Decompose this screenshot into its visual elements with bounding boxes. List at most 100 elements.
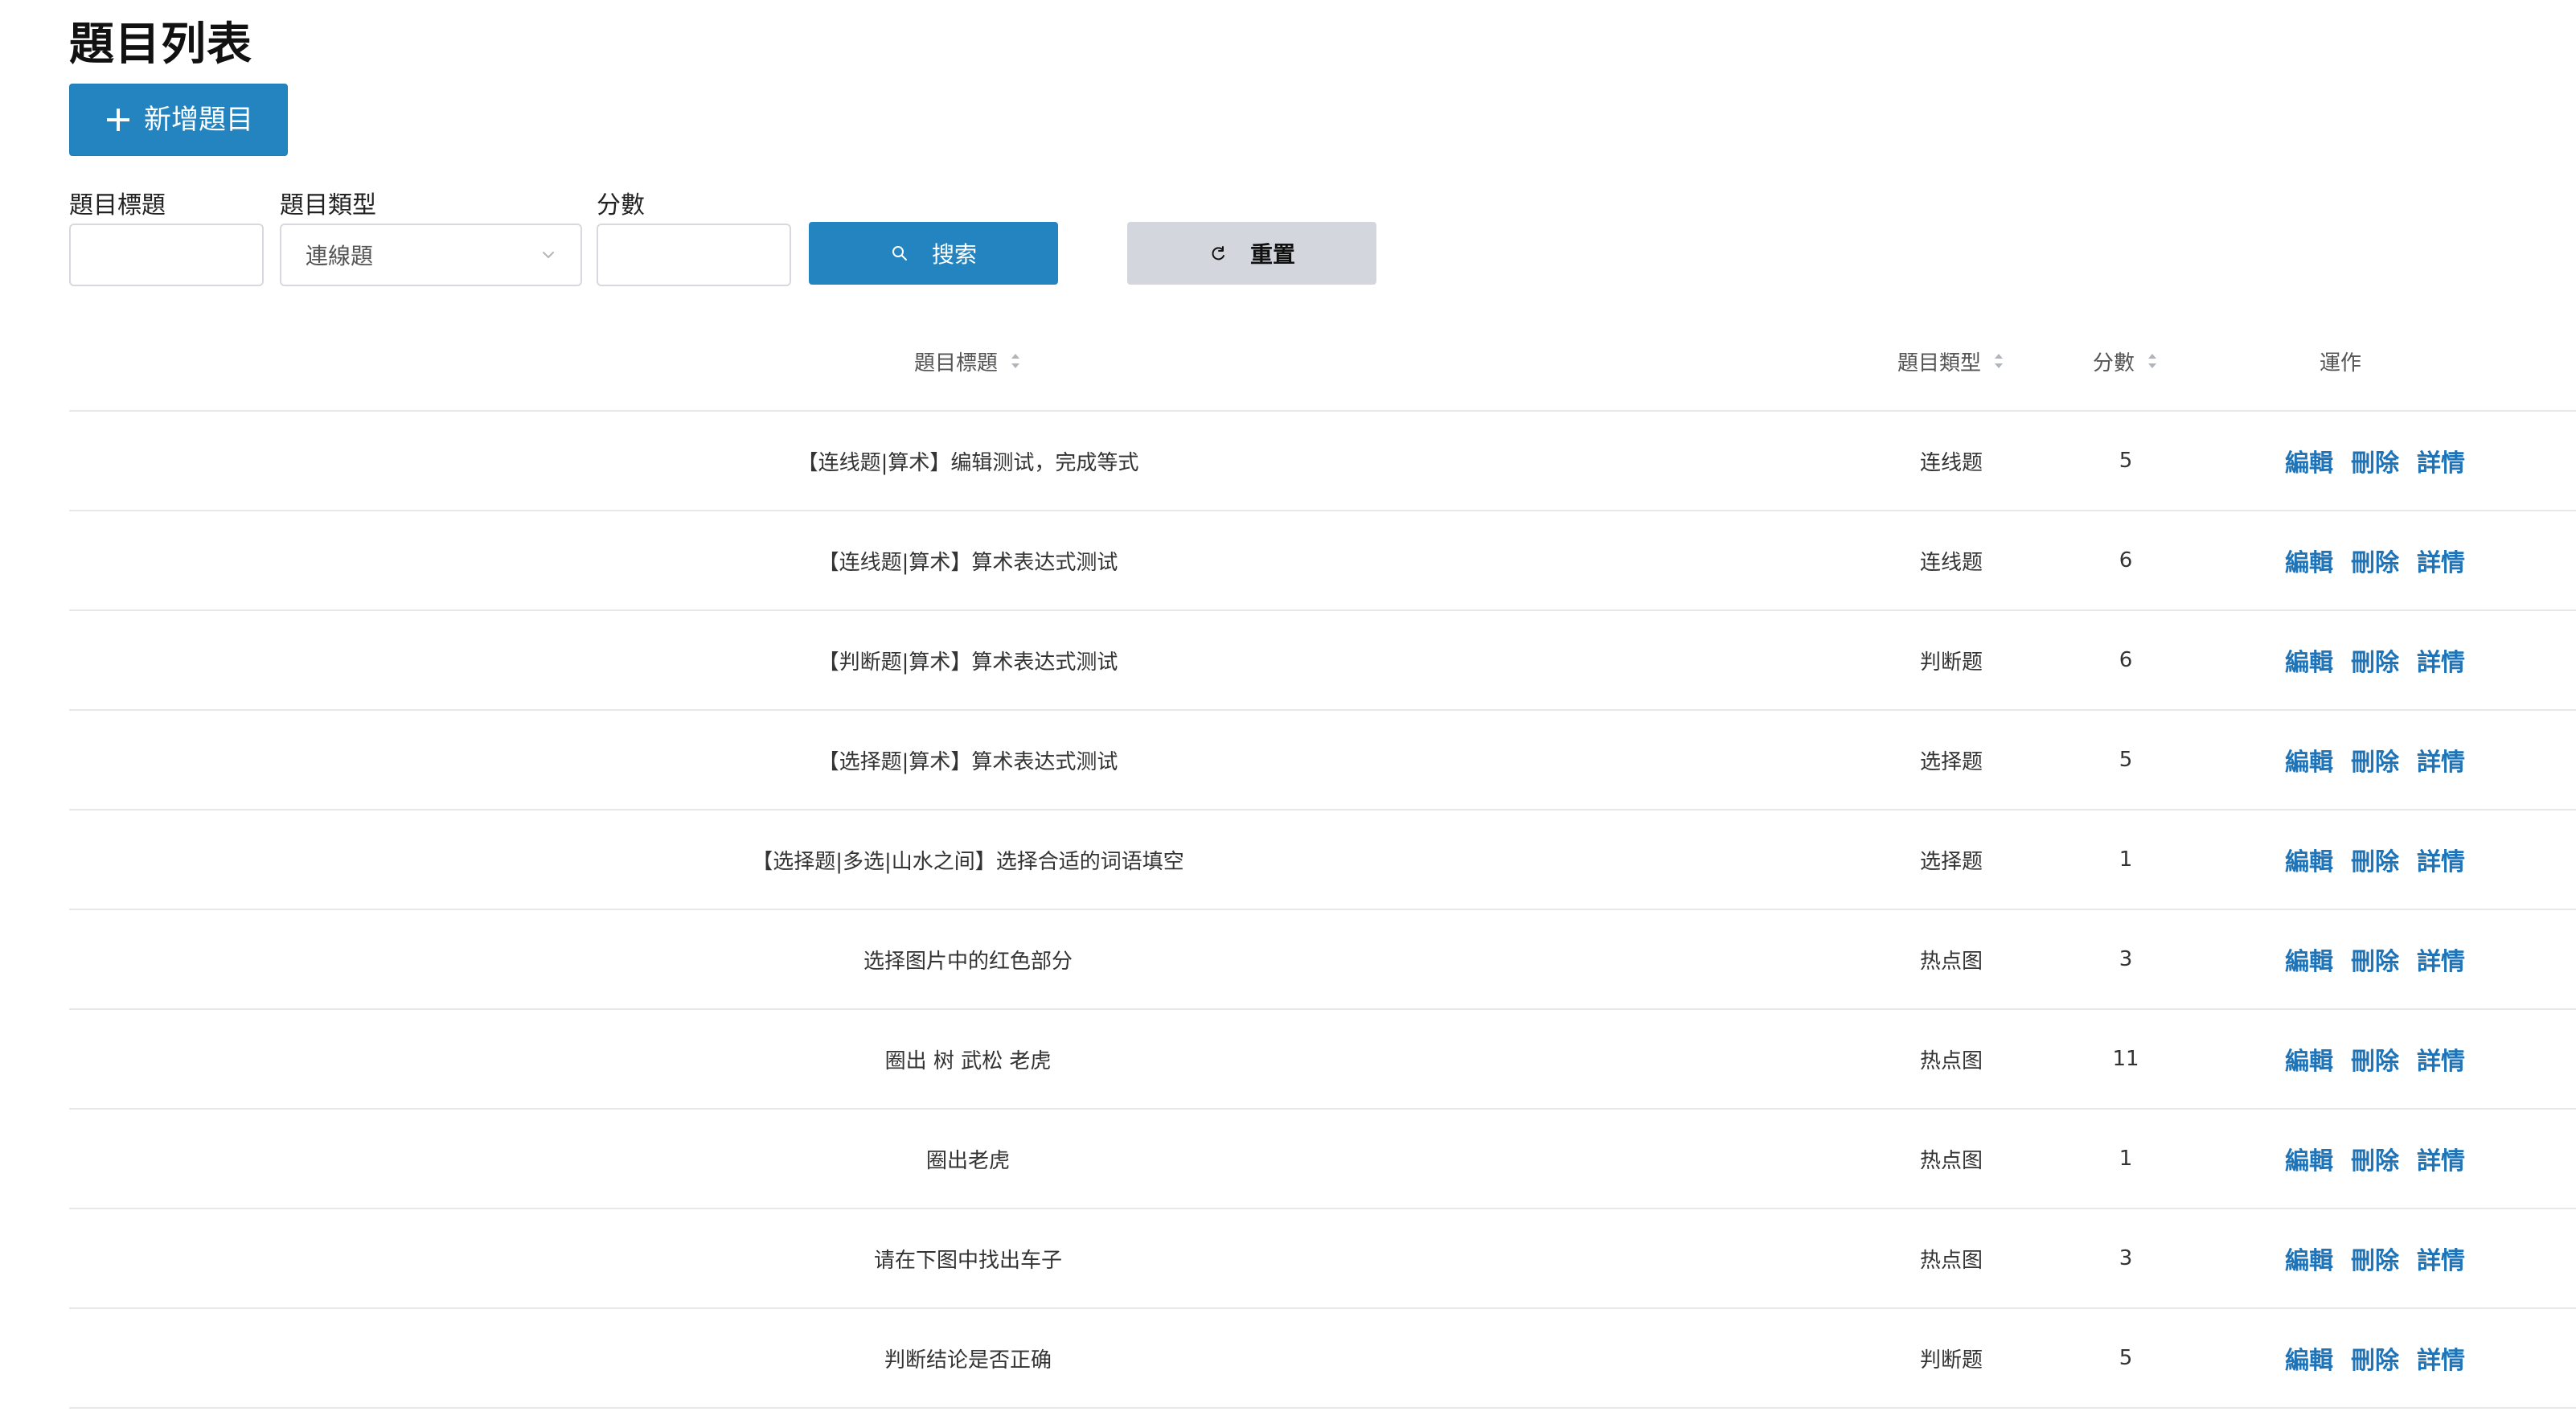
row-actions: 編輯 刪除 詳情 [2216, 742, 2465, 778]
table-row: 圈出 树 武松 老虎 热点图 11 編輯 刪除 詳情 [69, 1010, 2576, 1110]
details-link[interactable]: 詳情 [2417, 1241, 2465, 1276]
row-actions: 編輯 刪除 詳情 [2216, 1141, 2465, 1176]
question-score: 1 [2119, 847, 2133, 872]
title-filter-input[interactable] [69, 224, 264, 286]
details-link[interactable]: 詳情 [2417, 642, 2465, 678]
edit-link[interactable]: 編輯 [2285, 1241, 2333, 1276]
question-score: 1 [2119, 1147, 2133, 1171]
header-type-label: 題目類型 [1897, 351, 1981, 375]
add-question-button[interactable]: 新增題目 [69, 84, 288, 156]
question-type: 热点图 [1919, 949, 1983, 974]
edit-link[interactable]: 編輯 [2285, 1340, 2333, 1376]
score-filter-input[interactable] [597, 224, 791, 286]
question-type: 热点图 [1919, 1048, 1983, 1073]
table-header: 題目標題 題目類型 分數 運作 [69, 312, 2576, 412]
question-title: 【选择题|算术】算术表达式测试 [818, 749, 1118, 774]
row-actions: 編輯 刪除 詳情 [2216, 1041, 2465, 1077]
table-row: 【连线题|算术】编辑测试，完成等式 连线题 5 編輯 刪除 詳情 [69, 412, 2576, 511]
row-actions: 編輯 刪除 詳情 [2216, 942, 2465, 977]
edit-link[interactable]: 編輯 [2285, 443, 2333, 478]
search-button[interactable]: 搜索 [809, 222, 1058, 285]
delete-link[interactable]: 刪除 [2351, 742, 2399, 778]
edit-link[interactable]: 編輯 [2285, 742, 2333, 778]
header-actions-label: 運作 [2319, 351, 2361, 375]
delete-link[interactable]: 刪除 [2351, 842, 2399, 877]
header-title[interactable]: 題目標題 [69, 347, 1867, 376]
question-type: 选择题 [1919, 749, 1983, 774]
details-link[interactable]: 詳情 [2417, 443, 2465, 478]
sort-icon [1009, 351, 1022, 371]
question-score: 5 [2119, 1346, 2133, 1370]
header-actions: 運作 [2216, 347, 2465, 376]
details-link[interactable]: 詳情 [2417, 742, 2465, 778]
question-title: 【选择题|多选|山水之间】选择合适的词语填空 [752, 849, 1184, 874]
question-title: 【连线题|算术】算术表达式测试 [818, 550, 1118, 575]
title-filter-label: 題目標題 [69, 191, 166, 220]
delete-link[interactable]: 刪除 [2351, 642, 2399, 678]
details-link[interactable]: 詳情 [2417, 1340, 2465, 1376]
header-score-label: 分數 [2092, 351, 2135, 375]
edit-link[interactable]: 編輯 [2285, 1141, 2333, 1176]
edit-link[interactable]: 編輯 [2285, 942, 2333, 977]
search-label: 搜索 [931, 241, 977, 268]
header-score[interactable]: 分數 [2036, 347, 2216, 376]
header-type[interactable]: 題目類型 [1867, 347, 2036, 376]
question-score: 6 [2119, 548, 2133, 572]
sort-icon [2146, 351, 2159, 371]
question-type: 连线题 [1919, 550, 1983, 575]
type-filter-label: 題目類型 [280, 191, 376, 220]
plus-icon [104, 105, 133, 134]
details-link[interactable]: 詳情 [2417, 1141, 2465, 1176]
page-title: 題目列表 [69, 18, 252, 71]
question-title: 圈出 树 武松 老虎 [884, 1048, 1052, 1073]
question-title: 【连线题|算术】编辑测试，完成等式 [797, 450, 1139, 475]
reset-button[interactable]: 重置 [1127, 222, 1376, 285]
table-row: 【选择题|算术】算术表达式测试 选择题 5 編輯 刪除 詳情 [69, 711, 2576, 810]
edit-link[interactable]: 編輯 [2285, 543, 2333, 578]
question-type: 连线题 [1919, 450, 1983, 475]
delete-link[interactable]: 刪除 [2351, 1041, 2399, 1077]
question-title: 选择图片中的红色部分 [863, 949, 1073, 974]
question-type: 判断题 [1919, 650, 1983, 675]
question-type: 热点图 [1919, 1248, 1983, 1273]
type-filter-select[interactable]: 連線題 [280, 224, 582, 286]
row-actions: 編輯 刪除 詳情 [2216, 642, 2465, 678]
edit-link[interactable]: 編輯 [2285, 842, 2333, 877]
type-filter-value: 連線題 [306, 243, 374, 269]
details-link[interactable]: 詳情 [2417, 1041, 2465, 1077]
details-link[interactable]: 詳情 [2417, 543, 2465, 578]
delete-link[interactable]: 刪除 [2351, 543, 2399, 578]
table-row: 圈出老虎 热点图 1 編輯 刪除 詳情 [69, 1110, 2576, 1209]
details-link[interactable]: 詳情 [2417, 842, 2465, 877]
question-title: 判断结论是否正确 [884, 1348, 1052, 1373]
edit-link[interactable]: 編輯 [2285, 642, 2333, 678]
delete-link[interactable]: 刪除 [2351, 443, 2399, 478]
table-row: 判断结论是否正确 判断题 5 編輯 刪除 詳情 [69, 1309, 2576, 1409]
delete-link[interactable]: 刪除 [2351, 1141, 2399, 1176]
row-actions: 編輯 刪除 詳情 [2216, 443, 2465, 478]
question-title: 请在下图中找出车子 [873, 1248, 1062, 1273]
details-link[interactable]: 詳情 [2417, 942, 2465, 977]
question-score: 11 [2112, 1047, 2139, 1071]
table-row: 【连线题|算术】算术表达式测试 连线题 6 編輯 刪除 詳情 [69, 511, 2576, 611]
question-type: 热点图 [1919, 1148, 1983, 1173]
table-row: 【选择题|多选|山水之间】选择合适的词语填空 选择题 1 編輯 刪除 詳情 [69, 810, 2576, 910]
question-title: 【判断题|算术】算术表达式测试 [818, 650, 1118, 675]
question-score: 5 [2119, 449, 2133, 473]
refresh-icon [1208, 244, 1228, 263]
question-score: 3 [2119, 947, 2133, 971]
delete-link[interactable]: 刪除 [2351, 1340, 2399, 1376]
header-title-label: 題目標題 [913, 351, 998, 375]
questions-table: 題目標題 題目類型 分數 運作 【连线题|算术】编辑测试，完成等式 连线题 5 … [69, 312, 2576, 1409]
reset-label: 重置 [1249, 241, 1295, 268]
delete-link[interactable]: 刪除 [2351, 1241, 2399, 1276]
search-icon [890, 244, 909, 263]
chevron-down-icon [539, 245, 558, 265]
question-type: 判断题 [1919, 1348, 1983, 1373]
delete-link[interactable]: 刪除 [2351, 942, 2399, 977]
row-actions: 編輯 刪除 詳情 [2216, 1241, 2465, 1276]
row-actions: 編輯 刪除 詳情 [2216, 543, 2465, 578]
edit-link[interactable]: 編輯 [2285, 1041, 2333, 1077]
question-score: 6 [2119, 648, 2133, 672]
question-score: 5 [2119, 748, 2133, 772]
